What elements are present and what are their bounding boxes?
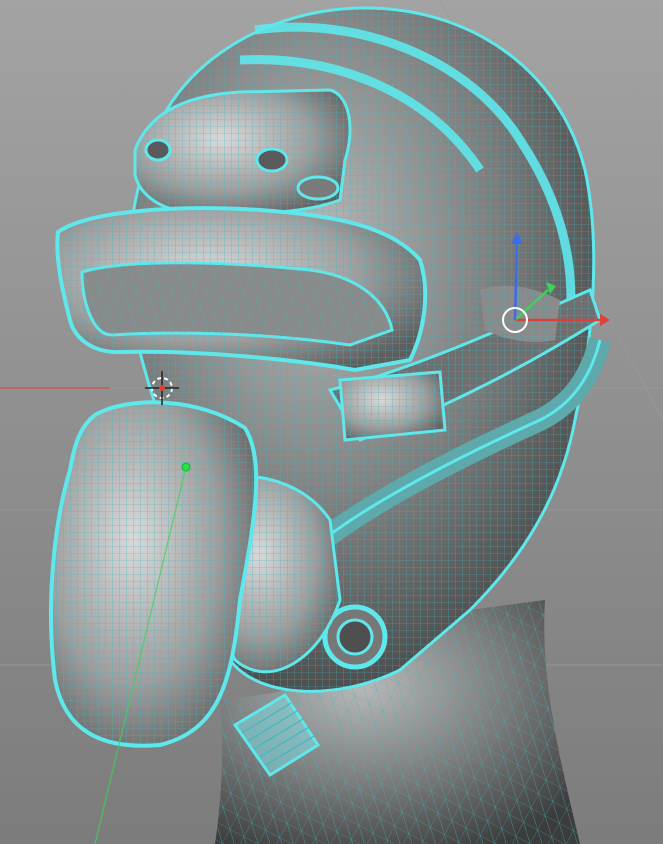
strap-buckle-mesh[interactable]	[338, 370, 447, 442]
vent-hole-right	[296, 175, 340, 201]
visor-frame-mesh[interactable]	[55, 206, 428, 373]
viewport-canvas[interactable]	[0, 0, 663, 844]
vent-hole-center	[255, 147, 289, 173]
3d-viewport[interactable]	[0, 0, 663, 844]
vent-hole-left	[144, 138, 172, 162]
